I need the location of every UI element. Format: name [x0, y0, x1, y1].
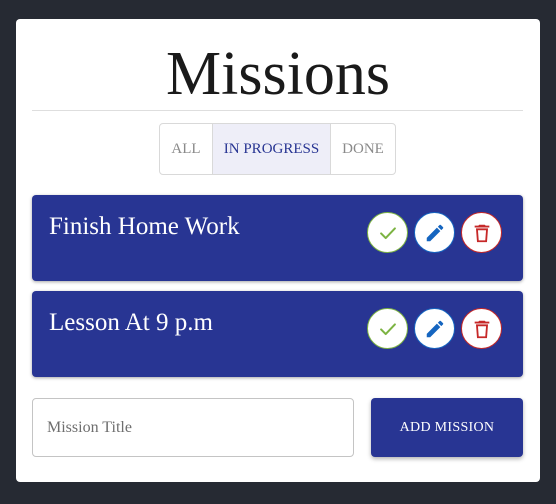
filter-toggle-group: ALL IN PROGRESS DONE — [159, 123, 396, 175]
check-icon — [379, 322, 396, 335]
complete-button[interactable] — [367, 308, 408, 349]
mission-title-input[interactable] — [33, 399, 337, 456]
pencil-icon — [426, 224, 443, 241]
delete-button[interactable] — [461, 308, 502, 349]
pencil-icon — [426, 320, 443, 337]
mission-title: Lesson At 9 p.m — [49, 309, 213, 336]
mission-title: Finish Home Work — [49, 213, 240, 240]
edit-button[interactable] — [414, 308, 455, 349]
title-divider — [32, 110, 523, 111]
filter-all-button[interactable]: ALL — [160, 124, 213, 174]
edit-button[interactable] — [414, 212, 455, 253]
mission-item: Finish Home Work — [32, 195, 523, 281]
mission-title-field — [32, 398, 354, 457]
filter-done-button[interactable]: DONE — [331, 124, 395, 174]
trash-icon — [474, 320, 489, 338]
check-icon — [379, 226, 396, 239]
trash-icon — [474, 224, 489, 242]
add-mission-button[interactable]: ADD MISSION — [371, 398, 523, 457]
page-title: Missions — [166, 40, 390, 108]
delete-button[interactable] — [461, 212, 502, 253]
complete-button[interactable] — [367, 212, 408, 253]
mission-item: Lesson At 9 p.m — [32, 291, 523, 377]
filter-in-progress-button[interactable]: IN PROGRESS — [213, 124, 331, 174]
